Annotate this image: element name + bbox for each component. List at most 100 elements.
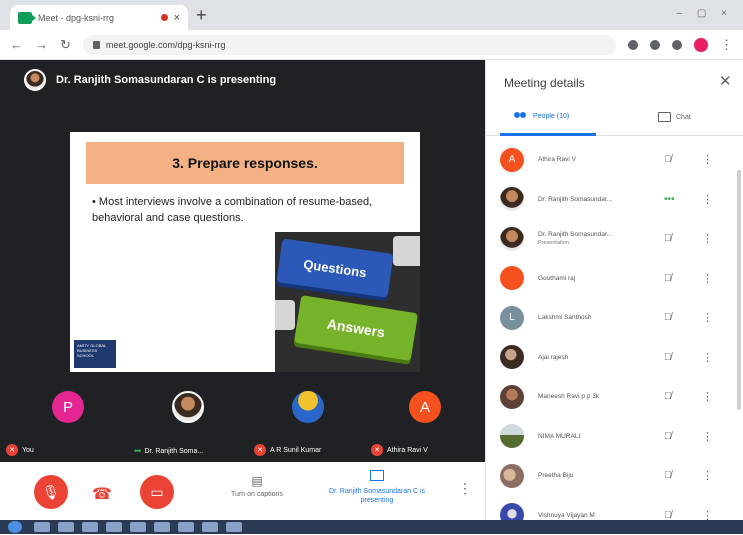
list-item[interactable]: A Athira Ravi V 🎙̸ ⋮: [486, 140, 743, 180]
captions-button[interactable]: ▤ Turn on captions: [212, 474, 302, 498]
start-button[interactable]: [8, 521, 22, 533]
avatar: A: [409, 391, 441, 423]
reload-icon[interactable]: ↻: [60, 37, 71, 53]
meet-favicon-icon: [18, 12, 32, 24]
tile-name: ✕ Athira Ravi V: [371, 444, 428, 456]
back-arrow-icon[interactable]: ←: [10, 37, 23, 52]
tab-close-icon[interactable]: ×: [174, 12, 180, 24]
avatar: [500, 424, 524, 448]
participant-name-text: Lakshmi Santhosh: [538, 314, 591, 321]
profile-avatar[interactable]: [694, 38, 708, 52]
tab-chat[interactable]: Chat: [658, 112, 691, 122]
list-item[interactable]: Dr. Ranjith Somasundar... ••• ⋮: [486, 180, 743, 220]
more-vert-icon[interactable]: ⋮: [702, 390, 713, 403]
bullet-glyph: •: [92, 196, 96, 208]
recording-dot-icon: [161, 14, 168, 21]
browser-tab-meet[interactable]: Meet - dpg-ksni-rrg ×: [10, 5, 188, 30]
camera-toggle-button[interactable]: ▭: [140, 475, 174, 509]
list-item[interactable]: Gouthami raj 🎙̸ ⋮: [486, 259, 743, 299]
avatar-initial: L: [509, 312, 515, 323]
mic-off-icon[interactable]: 🎙̸: [664, 431, 672, 442]
list-item[interactable]: Maneesh Ravi p p 3k 🎙̸ ⋮: [486, 377, 743, 417]
tile-name: ✕ A R Sunil Kumar: [254, 444, 321, 456]
mic-off-icon[interactable]: 🎙̸: [664, 391, 672, 402]
taskbar-app-icon[interactable]: [154, 522, 170, 532]
more-vert-icon[interactable]: ⋮: [702, 311, 713, 324]
browser-menu-icon[interactable]: ⋮: [720, 37, 733, 53]
forward-arrow-icon[interactable]: →: [35, 37, 48, 52]
more-vert-icon[interactable]: ⋮: [702, 430, 713, 443]
participant-name: Maneesh Ravi p p 3k: [538, 392, 650, 401]
avatar: [500, 187, 524, 211]
captions-label: Turn on captions: [231, 491, 283, 498]
taskbar-app-icon[interactable]: [130, 522, 146, 532]
hang-up-button[interactable]: ☎: [92, 484, 112, 504]
tab-title: Meet - dpg-ksni-rrg: [38, 13, 155, 23]
list-item[interactable]: Ajai rajesh 🎙̸ ⋮: [486, 338, 743, 378]
avatar: [500, 227, 524, 251]
avatar: [172, 391, 204, 423]
taskbar-app-icon[interactable]: [226, 522, 242, 532]
avatar: A: [500, 148, 524, 172]
participant-name: Ajai rajesh: [538, 353, 650, 362]
mic-off-icon[interactable]: 🎙̸: [664, 312, 672, 323]
lock-icon: [93, 41, 100, 49]
camera-icon[interactable]: [628, 40, 638, 50]
present-screen-icon: [370, 470, 384, 481]
mic-off-icon: ✕: [371, 444, 383, 456]
mic-off-icon[interactable]: 🎙̸: [664, 470, 672, 481]
taskbar-app-icon[interactable]: [82, 522, 98, 532]
tab-people[interactable]: People (10): [514, 112, 569, 121]
mic-off-icon[interactable]: 🎙̸: [664, 352, 672, 363]
participant-name-text: Dr. Ranjith Somasundar...: [538, 196, 612, 203]
participant-tile[interactable]: P ✕ You: [0, 377, 120, 462]
list-item[interactable]: NIMA MURALI 🎙̸ ⋮: [486, 417, 743, 457]
participant-name-text: Ajai rajesh: [538, 354, 568, 361]
more-vert-icon[interactable]: ⋮: [702, 351, 713, 364]
scrollbar[interactable]: [737, 170, 741, 410]
presentation-slide: 3. Prepare responses. • Most interviews …: [70, 132, 420, 372]
taskbar-app-icon[interactable]: [58, 522, 74, 532]
extension-icon[interactable]: [672, 40, 682, 50]
more-vert-icon[interactable]: ⋮: [702, 469, 713, 482]
keyboard-key: [275, 300, 295, 330]
participant-tile[interactable]: A ✕ Athira Ravi V: [365, 377, 485, 462]
mic-off-icon: ✕: [6, 444, 18, 456]
more-vert-icon[interactable]: ⋮: [702, 272, 713, 285]
tile-name-text: You: [22, 447, 34, 454]
star-icon[interactable]: [650, 40, 660, 50]
list-item[interactable]: Dr. Ranjith Somasundar... Presentation 🎙…: [486, 219, 743, 259]
participant-name-text: NIMA MURALI: [538, 433, 580, 440]
mic-off-icon[interactable]: 🎙̸: [664, 154, 672, 165]
window-controls[interactable]: – ▢ ×: [677, 8, 733, 19]
more-vert-icon[interactable]: ⋮: [702, 193, 713, 206]
participant-name-text: Preetha Biju: [538, 472, 573, 479]
close-icon[interactable]: ✕: [719, 72, 732, 90]
os-taskbar: [0, 520, 743, 534]
answers-key: Answers: [294, 295, 418, 361]
taskbar-app-icon[interactable]: [178, 522, 194, 532]
mic-off-icon[interactable]: 🎙̸: [664, 233, 672, 244]
taskbar-app-icon[interactable]: [106, 522, 122, 532]
questions-answers-image: Questions Answers: [275, 232, 420, 372]
presenter-banner: Dr. Ranjith Somasundaran C is presenting: [0, 60, 485, 100]
participant-name: NIMA MURALI: [538, 432, 650, 441]
more-vert-icon[interactable]: ⋮: [702, 232, 713, 245]
participant-tiles: P ✕ You ••• Dr. Ranjith Soma... ✕ A R Su…: [0, 377, 485, 462]
list-item[interactable]: L Lakshmi Santhosh 🎙̸ ⋮: [486, 298, 743, 338]
participant-tile[interactable]: ••• Dr. Ranjith Soma...: [128, 377, 248, 462]
more-vert-icon[interactable]: ⋮: [702, 153, 713, 166]
slide-bullet: • Most interviews involve a combination …: [92, 194, 402, 226]
new-tab-button[interactable]: +: [196, 6, 207, 24]
tile-name-text: Dr. Ranjith Soma...: [144, 448, 203, 455]
participant-tile[interactable]: ✕ A R Sunil Kumar: [248, 377, 368, 462]
mic-off-icon[interactable]: 🎙̸: [664, 273, 672, 284]
taskbar-app-icon[interactable]: [202, 522, 218, 532]
list-item[interactable]: Preetha Biju 🎙̸ ⋮: [486, 456, 743, 496]
url-input[interactable]: meet.google.com/dpg-ksni-rrg: [83, 35, 616, 55]
more-options-icon[interactable]: ⋮: [458, 480, 472, 497]
presenting-button[interactable]: Dr. Ranjith Somasundaran C is presenting: [312, 470, 442, 505]
mic-toggle-button[interactable]: 🎙: [34, 475, 68, 509]
participant-name: Dr. Ranjith Somasundar... Presentation: [538, 230, 650, 248]
taskbar-app-icon[interactable]: [34, 522, 50, 532]
